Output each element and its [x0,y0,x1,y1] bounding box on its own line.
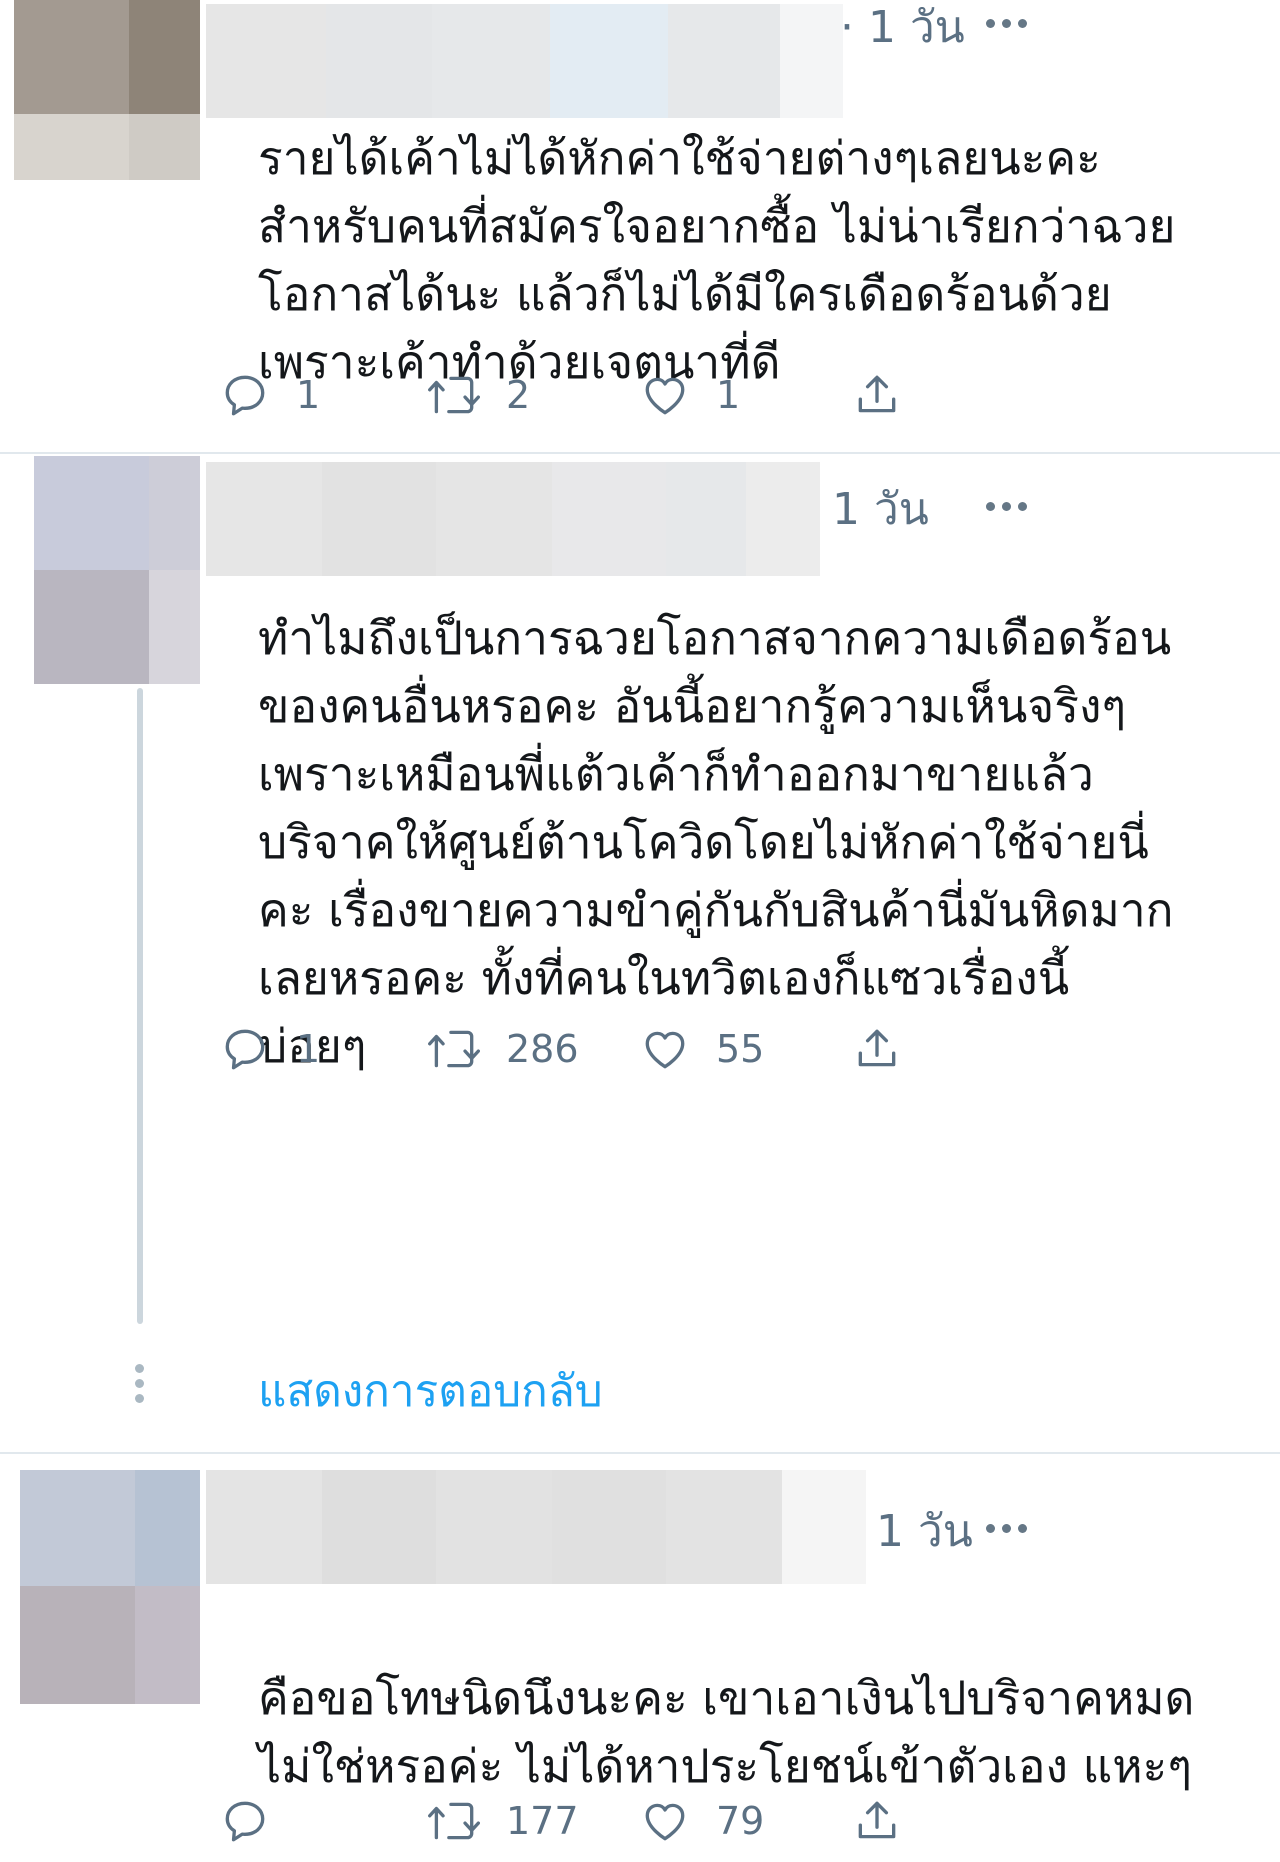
retweet-icon [428,376,480,414]
avatar[interactable] [34,456,200,684]
show-replies-link[interactable]: แสดงการตอบกลับ [258,1356,603,1426]
heart-icon [645,1031,685,1069]
timestamp[interactable]: 1 วัน [876,1510,973,1554]
author-name-redacted[interactable] [206,462,820,576]
retweet-button[interactable]: 2 [426,370,530,420]
tweet[interactable]: 1 วัน ทำไมถึงเป็นการฉวยโอกาสจากความเดือด… [0,454,1280,1452]
like-count: 55 [716,1027,765,1071]
author-name-redacted[interactable] [206,1470,866,1584]
thread-line [137,688,143,1324]
more-options-icon[interactable] [986,502,1027,511]
heart-icon [645,1803,685,1841]
more-options-icon[interactable] [986,19,1027,28]
retweet-icon [428,1802,480,1840]
avatar[interactable] [20,1470,200,1704]
tweet-text: รายได้เค้าไม่ได้หักค่าใช้จ่ายต่างๆเลยนะค… [258,131,1176,389]
reply-button[interactable]: 1 [220,370,320,420]
reply-button[interactable] [220,1796,296,1846]
tweet[interactable]: · 1 วัน รายได้เค้าไม่ได้หักค่าใช้จ่ายต่า… [0,0,1280,452]
like-count: 1 [716,373,741,417]
like-count: 79 [716,1799,765,1843]
reply-count: 1 [296,1027,321,1071]
timestamp[interactable]: 1 วัน [832,488,929,532]
share-icon [858,1801,896,1839]
share-button[interactable] [852,1024,902,1074]
thread-dots-icon [135,1364,144,1403]
author-name-redacted[interactable] [206,4,843,118]
reply-icon [225,375,265,416]
like-button[interactable]: 55 [640,1024,764,1074]
retweet-button[interactable]: 177 [426,1796,579,1846]
share-icon [858,375,896,413]
tweet[interactable]: 1 วัน คือขอโทษนิดนึงนะคะ เขาเอาเงินไปบริ… [0,1454,1280,1862]
retweet-icon [428,1030,480,1068]
heart-icon [645,377,685,415]
retweet-button[interactable]: 286 [426,1024,579,1074]
share-button[interactable] [852,1796,902,1846]
reply-button[interactable]: 1 [220,1024,320,1074]
reply-icon [225,1029,265,1070]
like-button[interactable]: 1 [640,370,740,420]
avatar[interactable] [14,0,200,180]
reply-icon [225,1801,265,1842]
reply-count: 1 [296,373,321,417]
timestamp[interactable]: · 1 วัน [840,6,965,50]
more-options-icon[interactable] [986,1524,1027,1533]
retweet-count: 2 [506,373,531,417]
share-icon [858,1029,896,1067]
retweet-count: 286 [506,1027,579,1071]
tweet-text: คือขอโทษนิดนึงนะคะ เขาเอาเงินไปบริจาคหมด… [258,1671,1195,1793]
share-button[interactable] [852,370,902,420]
tweet-text: ทำไมถึงเป็นการฉวยโอกาสจากความเดือดร้อน ข… [258,611,1174,1073]
like-button[interactable]: 79 [640,1796,764,1846]
retweet-count: 177 [506,1799,579,1843]
